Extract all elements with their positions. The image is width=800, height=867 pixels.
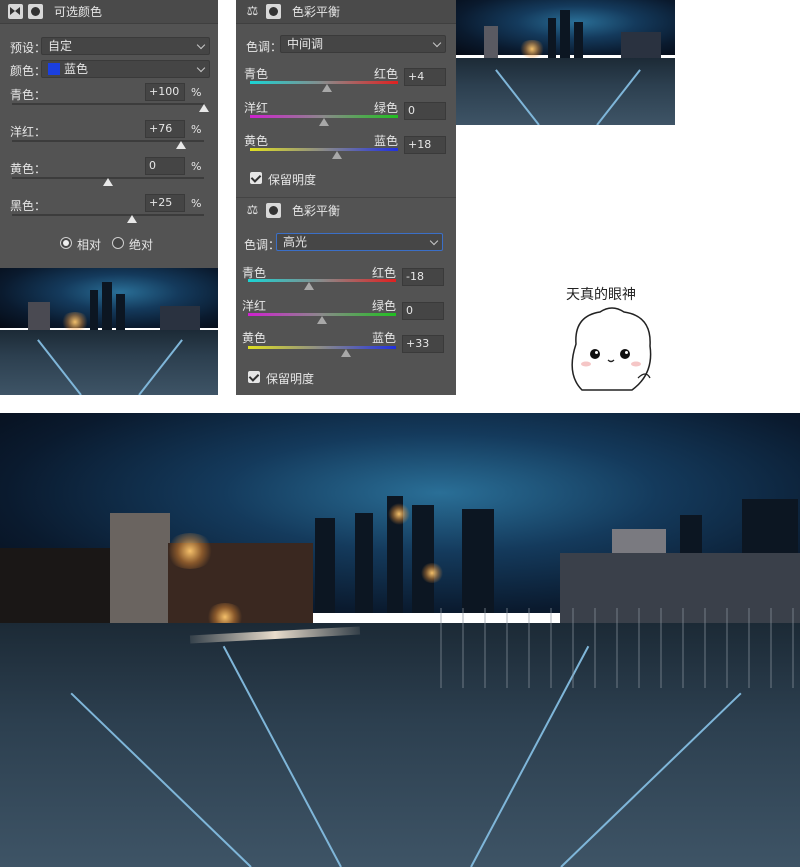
color-balance-highlights-panel: ⚖ 色彩平衡 色调： 高光 青色 红色 -18 洋红 绿色 0 黄色 蓝色 +3… <box>236 197 456 395</box>
result-photo <box>0 413 800 867</box>
yellow-label: 黄色 <box>242 331 267 345</box>
color-balance-header: ⚖ 色彩平衡 <box>236 198 456 222</box>
yellow-value-input[interactable]: 0 <box>145 157 185 175</box>
street-light <box>420 563 444 583</box>
sticker-image: 天真的眼神 <box>560 282 670 397</box>
balance-scale-icon: ⚖ <box>246 4 259 19</box>
yellow-blue-thumb[interactable] <box>341 349 352 357</box>
chevron-down-icon <box>432 38 442 48</box>
cyan-slider-thumb[interactable] <box>199 104 209 112</box>
absolute-label[interactable]: 绝对 <box>129 236 153 253</box>
yellow-label: 黄色： <box>10 162 47 176</box>
preserve-luminosity-label[interactable]: 保留明度 <box>266 370 314 387</box>
fence <box>440 608 800 688</box>
magenta-label: 洋红 <box>242 299 267 313</box>
skyscraper <box>462 509 494 613</box>
cyan-red-thumb[interactable] <box>303 282 314 290</box>
preset-value: 自定 <box>48 39 73 53</box>
percent-sign: % <box>191 197 202 210</box>
cyan-red-input[interactable]: +4 <box>404 68 446 86</box>
tone-value: 中间调 <box>287 37 324 51</box>
yellow-blue-track[interactable] <box>250 148 398 151</box>
skyscraper <box>355 513 373 613</box>
magenta-green-thumb[interactable] <box>317 316 327 324</box>
street-light <box>165 533 215 569</box>
panel-title: 色彩平衡 <box>292 5 341 19</box>
preview-thumbnail-right <box>456 0 675 125</box>
street-light <box>388 503 410 525</box>
percent-sign: % <box>191 160 202 173</box>
tone-value: 高光 <box>283 235 308 249</box>
cyan-label: 青色： <box>10 88 47 102</box>
cyan-red-thumb[interactable] <box>321 84 332 92</box>
tone-dropdown[interactable]: 高光 <box>276 233 443 251</box>
black-slider-track[interactable] <box>12 214 204 216</box>
selective-color-header: 可选颜色 <box>0 0 218 24</box>
relative-label[interactable]: 相对 <box>77 236 101 253</box>
red-label: 红色 <box>374 67 399 81</box>
color-balance-midtones-panel: ⚖ 色彩平衡 色调： 中间调 青色 红色 +4 洋红 绿色 0 黄色 蓝色 +1… <box>236 0 456 197</box>
black-slider-thumb[interactable] <box>127 215 137 223</box>
magenta-label: 洋红 <box>244 101 269 115</box>
yellow-blue-track[interactable] <box>248 346 396 349</box>
magenta-green-thumb[interactable] <box>319 118 329 126</box>
colors-dropdown[interactable]: 蓝色 <box>41 60 210 78</box>
blue-label: 蓝色 <box>372 331 397 345</box>
tone-dropdown[interactable]: 中间调 <box>280 35 446 53</box>
green-label: 绿色 <box>372 299 397 313</box>
blue-label: 蓝色 <box>374 134 399 148</box>
selective-color-panel: 可选颜色 预设： 自定 颜色： 蓝色 青色： +100 % 洋红： +76 % … <box>0 0 218 268</box>
yellow-label: 黄色 <box>244 134 269 148</box>
magenta-value-input[interactable]: +76 <box>145 120 185 138</box>
color-balance-header: ⚖ 色彩平衡 <box>236 0 456 24</box>
cyan-value-input[interactable]: +100 <box>145 83 185 101</box>
chevron-down-icon <box>196 40 206 50</box>
yellow-blue-thumb[interactable] <box>332 151 343 159</box>
magenta-green-input[interactable]: 0 <box>402 302 444 320</box>
black-value-input[interactable]: +25 <box>145 194 185 212</box>
preserve-luminosity-label[interactable]: 保留明度 <box>268 171 316 188</box>
layer-mask-icon[interactable] <box>266 202 281 218</box>
cute-face-icon <box>571 307 652 391</box>
yellow-slider-thumb[interactable] <box>103 178 113 186</box>
skyscraper <box>412 505 434 613</box>
chevron-down-icon <box>429 236 439 246</box>
tone-label: 色调： <box>244 238 281 252</box>
color-swatch <box>48 63 60 75</box>
cyan-label: 青色 <box>244 67 269 81</box>
chevron-down-icon <box>196 63 206 73</box>
relative-radio[interactable] <box>60 237 72 249</box>
preset-dropdown[interactable]: 自定 <box>41 37 210 55</box>
selective-color-icon <box>8 4 23 19</box>
magenta-slider-thumb[interactable] <box>175 141 186 149</box>
preserve-luminosity-checkbox[interactable] <box>248 371 260 383</box>
skyscraper <box>315 518 335 613</box>
cyan-slider-track[interactable] <box>12 103 204 105</box>
percent-sign: % <box>191 123 202 136</box>
black-label: 黑色： <box>10 199 47 213</box>
preserve-luminosity-checkbox[interactable] <box>250 172 262 184</box>
sticker-caption: 天真的眼神 <box>566 287 636 303</box>
magenta-green-input[interactable]: 0 <box>404 102 446 120</box>
tone-label: 色调： <box>246 40 283 54</box>
percent-sign: % <box>191 86 202 99</box>
cyan-red-track[interactable] <box>248 279 396 282</box>
layer-mask-icon[interactable] <box>28 4 43 19</box>
cyan-red-input[interactable]: -18 <box>402 268 444 286</box>
panel-title: 可选颜色 <box>54 5 103 19</box>
colors-value: 蓝色 <box>64 62 89 76</box>
green-label: 绿色 <box>374 101 399 115</box>
panel-title: 色彩平衡 <box>292 203 341 218</box>
magenta-label: 洋红： <box>10 125 47 139</box>
absolute-radio[interactable] <box>112 237 124 249</box>
layer-mask-icon[interactable] <box>266 4 281 19</box>
yellow-blue-input[interactable]: +18 <box>404 136 446 154</box>
preview-thumbnail-left <box>0 268 218 395</box>
balance-scale-icon: ⚖ <box>246 202 259 218</box>
yellow-blue-input[interactable]: +33 <box>402 335 444 353</box>
